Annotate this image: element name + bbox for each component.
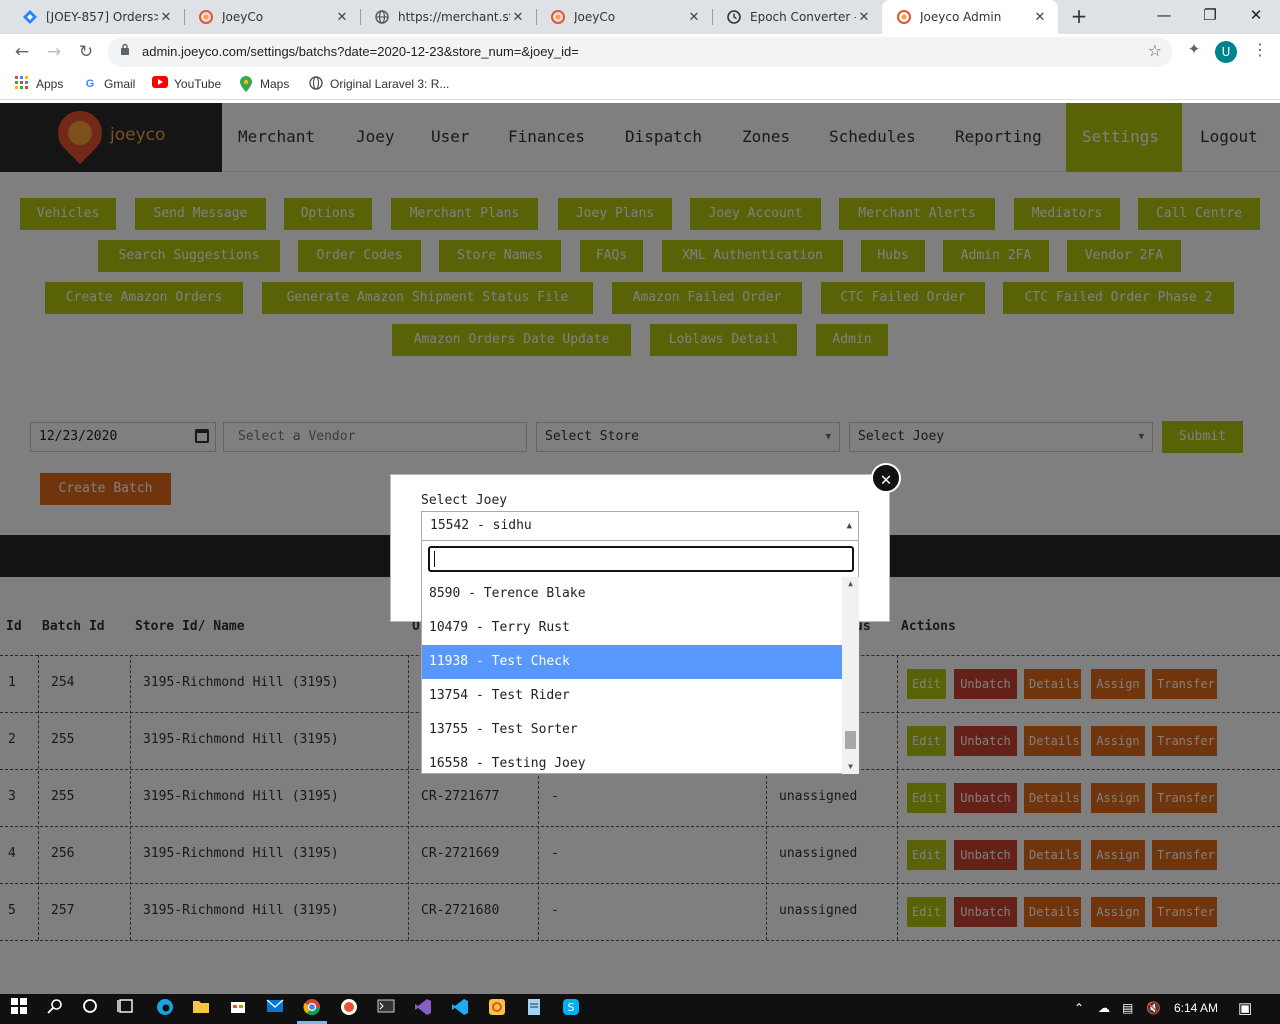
window-close-icon[interactable]: ✕	[1233, 0, 1279, 34]
browser-tab[interactable]: Epoch Converter - U ✕	[712, 0, 882, 34]
youtube-icon	[152, 76, 168, 92]
visual-studio-icon[interactable]	[412, 998, 434, 1020]
dropdown-search-input[interactable]	[428, 546, 854, 572]
minimize-icon[interactable]: —	[1141, 0, 1187, 34]
clock-time[interactable]: 6:14 AM	[1174, 1001, 1218, 1015]
terminal-icon[interactable]	[375, 998, 397, 1020]
bookmarks-bar: Apps G Gmail YouTube Maps Original Larav…	[0, 70, 1280, 100]
bookmark-laravel[interactable]: Original Laravel 3: R...	[308, 76, 449, 92]
joey-option[interactable]: 13755 - Test Sorter	[422, 713, 842, 747]
scroll-up-icon[interactable]: ▲	[842, 577, 859, 591]
close-icon[interactable]: ✕	[686, 10, 702, 25]
jira-diamond-icon	[22, 9, 38, 25]
vscode-icon[interactable]	[449, 998, 471, 1020]
browser-tab[interactable]: [JOEY-857] Orders>c ✕	[8, 0, 184, 34]
bookmark-youtube[interactable]: YouTube	[152, 76, 221, 92]
joey-option[interactable]: 10479 - Terry Rust	[422, 611, 842, 645]
store-icon[interactable]	[227, 998, 249, 1020]
joeyco-app-icon[interactable]	[486, 998, 508, 1020]
dropdown-scrollbar[interactable]: ▲ ▼	[842, 577, 859, 774]
joey-dropdown-panel: 8590 - Terence Blake 10479 - Terry Rust …	[421, 541, 859, 774]
chevron-up-icon: ▲	[846, 521, 852, 531]
close-icon[interactable]: ✕	[1032, 10, 1048, 25]
network-icon[interactable]: ▤	[1122, 1001, 1133, 1015]
extensions-puzzle-icon[interactable]: ✦	[1184, 40, 1204, 60]
forward-arrow-icon[interactable]: →	[42, 40, 66, 64]
browser-tab[interactable]: https://merchant.sta ✕	[360, 0, 536, 34]
scrollbar-thumb[interactable]	[845, 731, 856, 749]
file-explorer-icon[interactable]	[190, 998, 212, 1020]
browser-tab-strip: [JOEY-857] Orders>c ✕ JoeyCo ✕ https://m…	[0, 0, 1280, 34]
profile-avatar[interactable]: U	[1215, 41, 1237, 63]
close-icon[interactable]: ✕	[856, 10, 872, 25]
joey-option[interactable]: 13754 - Test Rider	[422, 679, 842, 713]
close-icon[interactable]: ✕	[871, 463, 901, 493]
start-icon[interactable]	[8, 998, 30, 1020]
browser-tab[interactable]: JoeyCo ✕	[184, 0, 360, 34]
joey-dropdown[interactable]: 15542 - sidhu ▲	[421, 511, 859, 541]
chrome-icon[interactable]	[301, 998, 323, 1020]
globe-icon	[308, 76, 324, 92]
url-text: admin.joeyco.com/settings/batchs?date=20…	[142, 44, 579, 59]
notepad-icon[interactable]	[523, 998, 545, 1020]
app-icon[interactable]	[338, 998, 360, 1020]
new-tab-plus-icon[interactable]: +	[1068, 5, 1090, 27]
joey-option[interactable]: 8590 - Terence Blake	[422, 577, 842, 611]
browser-tab-active[interactable]: Joeyco Admin ✕	[882, 0, 1058, 34]
joeyco-favicon-icon	[198, 9, 214, 25]
restore-icon[interactable]: ❐	[1187, 0, 1233, 34]
close-icon[interactable]: ✕	[158, 10, 174, 25]
joeyco-favicon-icon	[896, 9, 912, 25]
search-icon[interactable]	[44, 998, 66, 1020]
bookmark-apps[interactable]: Apps	[14, 76, 63, 92]
scroll-down-icon[interactable]: ▼	[842, 760, 859, 774]
volume-muted-icon[interactable]: 🔇	[1146, 1001, 1161, 1015]
bookmark-maps[interactable]: Maps	[238, 76, 289, 92]
google-icon: G	[85, 78, 95, 90]
onedrive-cloud-icon[interactable]: ☁	[1098, 1001, 1110, 1015]
joeyco-favicon-icon	[550, 9, 566, 25]
globe-icon	[374, 9, 390, 25]
lock-icon	[120, 43, 130, 59]
close-icon[interactable]: ✕	[510, 10, 526, 25]
tray-chevron-up-icon[interactable]: ⌃	[1074, 1001, 1084, 1015]
admin-page: joeyco Merchant Joey User Finances Dispa…	[0, 103, 1280, 994]
skype-icon[interactable]: S	[560, 998, 582, 1020]
notifications-icon[interactable]: ▣	[1238, 999, 1252, 1017]
joey-option[interactable]: 16558 - Testing Joey	[422, 747, 842, 774]
reload-icon[interactable]: ↻	[74, 40, 98, 64]
mail-icon[interactable]	[264, 998, 286, 1020]
task-view-icon[interactable]	[115, 998, 137, 1020]
close-icon[interactable]: ✕	[334, 10, 350, 25]
browser-tab[interactable]: JoeyCo ✕	[536, 0, 712, 34]
joey-option-list: 8590 - Terence Blake 10479 - Terry Rust …	[422, 577, 842, 774]
apps-grid-icon	[14, 76, 30, 92]
bookmark-gmail[interactable]: G Gmail	[82, 76, 136, 92]
edge-icon[interactable]	[154, 998, 176, 1020]
maps-pin-icon	[238, 76, 254, 92]
back-arrow-icon[interactable]: ←	[10, 40, 34, 64]
svg-text:S: S	[568, 1001, 575, 1014]
select-joey-label: Select Joey	[421, 493, 508, 508]
chrome-menu-icon[interactable]: ⋮	[1252, 40, 1268, 59]
address-bar[interactable]: admin.joeyco.com/settings/batchs?date=20…	[108, 37, 1172, 67]
windows-taskbar: S ⌃ ☁ ▤ 🔇 6:14 AM ▣	[0, 994, 1280, 1024]
text-cursor	[434, 551, 435, 567]
browser-toolbar: ← → ↻ admin.joeyco.com/settings/batchs?d…	[0, 34, 1280, 70]
bookmark-star-icon[interactable]: ☆	[1148, 41, 1162, 60]
cortana-icon[interactable]	[79, 998, 101, 1020]
clock-icon	[726, 9, 742, 25]
joey-option-highlighted[interactable]: 11938 - Test Check	[422, 645, 842, 679]
